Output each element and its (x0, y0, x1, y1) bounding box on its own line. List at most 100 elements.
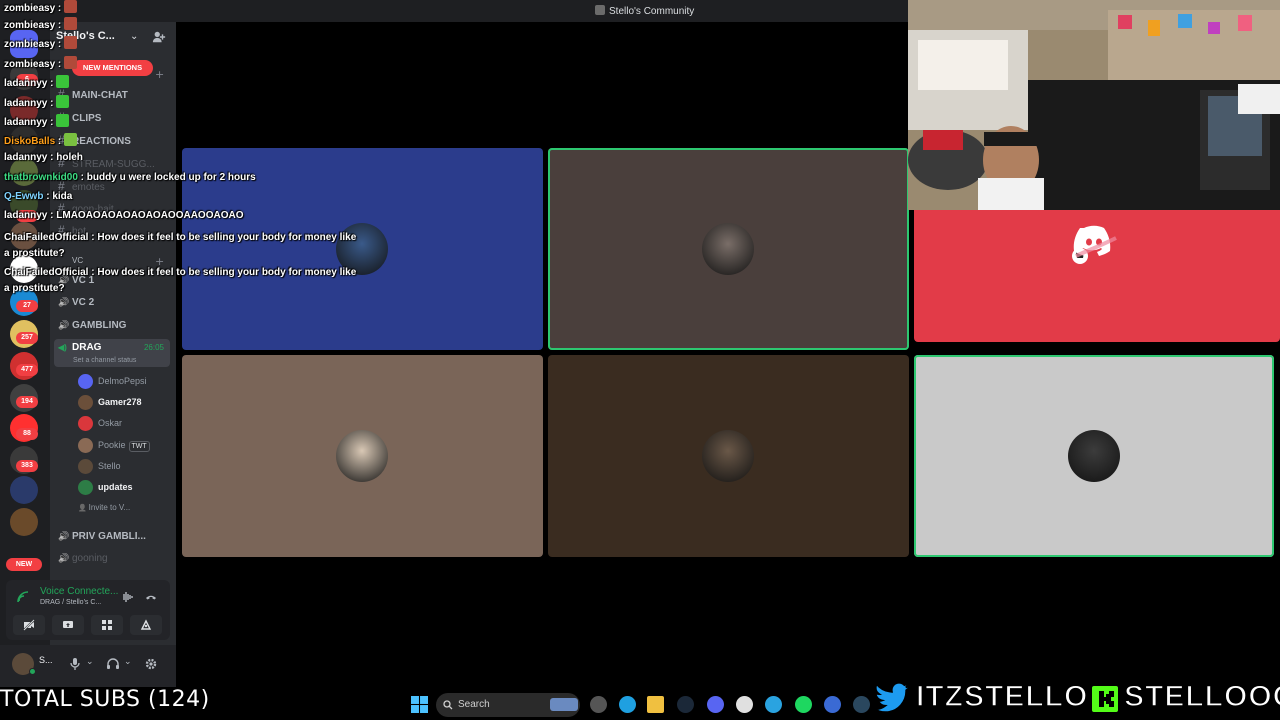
channel-gooning[interactable]: 🔊 gooning (58, 549, 172, 567)
mention-badge: 257 (16, 332, 38, 344)
online-status-icon (29, 668, 36, 675)
voice-user-name: Stello (98, 461, 121, 471)
windows-start-icon[interactable] (411, 696, 428, 713)
chevron-down-icon[interactable]: ⌄ (124, 657, 132, 667)
participant-avatar (702, 223, 754, 275)
signal-icon[interactable] (16, 590, 30, 604)
emote-icon (64, 0, 78, 13)
video-tile[interactable] (548, 148, 909, 350)
activities-button[interactable] (91, 615, 123, 635)
copilot-icon[interactable] (590, 696, 607, 713)
soundboard-button[interactable] (130, 615, 162, 635)
chat-message: ladannyy : (4, 114, 70, 128)
voice-user[interactable]: updates (78, 478, 168, 496)
chat-separator: : (55, 20, 65, 31)
speaker-icon: 🔊 (58, 531, 70, 541)
chat-separator: : (47, 78, 57, 89)
files-icon[interactable] (647, 696, 664, 713)
speaker-icon: 🔊 (58, 320, 70, 330)
chat-separator: : (55, 39, 65, 50)
chat-separator: : (77, 172, 87, 183)
server-icon (595, 5, 605, 15)
new-badge[interactable]: NEW (6, 558, 42, 571)
kick-handle: STELLOOO (1123, 679, 1280, 714)
chat-username[interactable]: zombieasy (4, 20, 55, 31)
voice-status: Voice Connecte... (40, 586, 119, 597)
chat-username[interactable]: ChaiFailedOfficial (4, 267, 88, 278)
server-icon[interactable] (10, 476, 38, 504)
participant-avatar (702, 430, 754, 482)
search-highlight-icon[interactable] (550, 698, 578, 711)
voice-user[interactable]: DelmoPepsi (78, 372, 168, 390)
channel-gambling[interactable]: 🔊 GAMBLING (58, 316, 172, 334)
voice-user-name: updates (98, 482, 133, 492)
chat-username[interactable]: ChaiFailedOfficial (4, 232, 88, 243)
chat-username[interactable]: ladannyy (4, 78, 47, 89)
chat-message: ladannyy : (4, 75, 70, 89)
spotify-icon[interactable] (795, 696, 812, 713)
discord-icon[interactable] (707, 696, 724, 713)
search-placeholder: Search (458, 699, 490, 710)
invite-button[interactable]: 👤 Invite to V... (78, 499, 168, 517)
chat-username[interactable]: ladannyy (4, 152, 47, 163)
app-icon[interactable] (824, 696, 841, 713)
share-screen-button[interactable] (52, 615, 84, 635)
chat-overlay: zombieasy : zombieasy : zombieasy : zomb… (0, 0, 380, 300)
chat-username[interactable]: ladannyy (4, 210, 47, 221)
webcam-feed (908, 0, 1280, 210)
chat-username[interactable]: ladannyy (4, 117, 47, 128)
voice-user[interactable]: Oskar (78, 414, 168, 432)
voice-location[interactable]: DRAG / Stello's C... (40, 599, 101, 606)
steam-icon[interactable] (677, 696, 694, 713)
server-icon[interactable] (10, 508, 38, 536)
channel-status-input[interactable]: Set a channel status (73, 352, 136, 367)
disconnect-icon[interactable] (144, 590, 158, 604)
mention-badge: 88 (16, 428, 38, 440)
video-tile[interactable] (182, 355, 543, 557)
voice-user[interactable]: Pookie TWT (78, 436, 168, 454)
chat-message: ChaiFailedOfficial : How does it feel to… (4, 230, 364, 262)
avatar (78, 395, 93, 411)
chat-username[interactable]: zombieasy (4, 3, 55, 14)
window-title: Stello's Community (595, 5, 694, 17)
chat-username[interactable]: thatbrownkid00 (4, 172, 78, 183)
voice-user-name: DelmoPepsi (98, 376, 147, 386)
steam-icon[interactable] (853, 696, 870, 713)
chat-separator: : (47, 210, 57, 221)
channel-priv-gambli[interactable]: 🔊 PRIV GAMBLI... (58, 527, 172, 545)
chat-username[interactable]: DiskoBalls (4, 136, 55, 147)
chevron-down-icon[interactable]: ⌄ (86, 657, 94, 667)
chat-separator: : (47, 152, 57, 163)
emote-icon (64, 17, 78, 30)
speaker-icon: 🔊 (58, 553, 70, 563)
chat-message: ladannyy : (4, 95, 70, 109)
edge-icon[interactable] (619, 696, 636, 713)
noise-suppression-icon[interactable] (120, 590, 134, 604)
chat-separator: : (55, 59, 65, 70)
voice-user[interactable]: Stello (78, 457, 168, 475)
username[interactable]: S... (39, 655, 53, 665)
video-tile[interactable] (914, 355, 1274, 557)
chat-separator: : (47, 117, 57, 128)
gear-icon[interactable] (144, 657, 158, 671)
emote-icon (64, 133, 78, 146)
chat-message: ChaiFailedOfficial : How does it feel to… (4, 265, 364, 297)
chat-username[interactable]: ladannyy (4, 98, 47, 109)
channel-label: gooning (72, 553, 108, 564)
camera-off-button[interactable] (13, 615, 45, 635)
twitter-handle: ITZSTELLOO (915, 679, 1113, 714)
video-tile[interactable] (548, 355, 909, 557)
kick-logo-icon (1090, 684, 1120, 714)
telegram-icon[interactable] (765, 696, 782, 713)
chat-username[interactable]: Q-Ewwb (4, 191, 43, 202)
voice-user[interactable]: Gamer278 (78, 393, 168, 411)
chat-username[interactable]: zombieasy (4, 59, 55, 70)
channel-drag[interactable]: ◀) DRAG 26:05 Set a channel status (54, 339, 170, 367)
microphone-icon[interactable] (69, 657, 81, 671)
headphones-icon[interactable] (106, 657, 120, 671)
chat-username[interactable]: zombieasy (4, 39, 55, 50)
participant-avatar (1068, 430, 1120, 482)
avatar (78, 480, 93, 496)
chrome-icon[interactable] (736, 696, 753, 713)
voice-timer: 26:05 (143, 343, 164, 352)
